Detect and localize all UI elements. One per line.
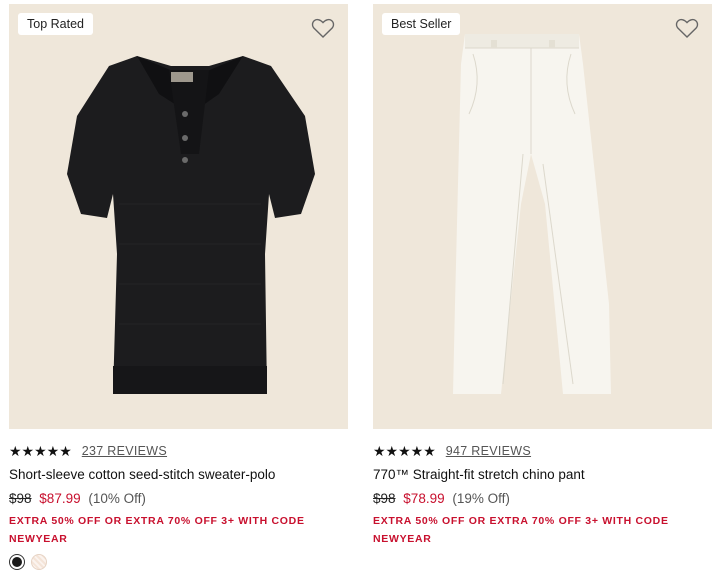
product-card-chino[interactable]: Best Seller ★★★★★ 947 REVIEWS 770™ Strai… — [373, 4, 712, 548]
price-row: $98 $87.99 (10% Off) — [9, 490, 348, 508]
product-image-container[interactable]: Top Rated — [9, 4, 348, 429]
promo-code: NEWYEAR — [9, 533, 68, 545]
price-original: $98 — [373, 491, 396, 506]
price-sale: $78.99 — [403, 491, 445, 506]
product-title[interactable]: 770™ Straight-fit stretch chino pant — [373, 466, 712, 484]
reviews-link[interactable]: 947 REVIEWS — [446, 444, 531, 458]
rating-row: ★★★★★ 947 REVIEWS — [373, 443, 712, 459]
heart-icon[interactable] — [675, 17, 699, 39]
product-card-polo[interactable]: Top Rated ★★★★★ 237 REVIEWS Short-sleeve… — [9, 4, 348, 570]
swatch-black[interactable] — [9, 554, 25, 570]
star-rating-icon: ★★★★★ — [373, 443, 436, 459]
product-title[interactable]: Short-sleeve cotton seed-stitch sweater-… — [9, 466, 348, 484]
badge-top-rated: Top Rated — [18, 13, 93, 35]
price-row: $98 $78.99 (19% Off) — [373, 490, 712, 508]
promo-code: NEWYEAR — [373, 533, 432, 545]
reviews-link[interactable]: 237 REVIEWS — [82, 444, 167, 458]
price-discount: (19% Off) — [452, 491, 510, 506]
product-image-chino[interactable] — [373, 4, 712, 429]
product-image-container[interactable]: Best Seller — [373, 4, 712, 429]
color-swatches — [9, 554, 348, 570]
price-sale: $87.99 — [39, 491, 81, 506]
heart-icon[interactable] — [311, 17, 335, 39]
promo-text: EXTRA 50% OFF OR EXTRA 70% OFF 3+ WITH C… — [9, 512, 348, 548]
badge-best-seller: Best Seller — [382, 13, 461, 35]
promo-line: EXTRA 50% OFF OR EXTRA 70% OFF 3+ WITH C… — [373, 515, 669, 527]
price-original: $98 — [9, 491, 32, 506]
product-image-polo[interactable] — [9, 4, 348, 429]
promo-line: EXTRA 50% OFF OR EXTRA 70% OFF 3+ WITH C… — [9, 515, 305, 527]
swatch-pink[interactable] — [31, 554, 47, 570]
rating-row: ★★★★★ 237 REVIEWS — [9, 443, 348, 459]
star-rating-icon: ★★★★★ — [9, 443, 72, 459]
promo-text: EXTRA 50% OFF OR EXTRA 70% OFF 3+ WITH C… — [373, 512, 712, 548]
price-discount: (10% Off) — [88, 491, 146, 506]
